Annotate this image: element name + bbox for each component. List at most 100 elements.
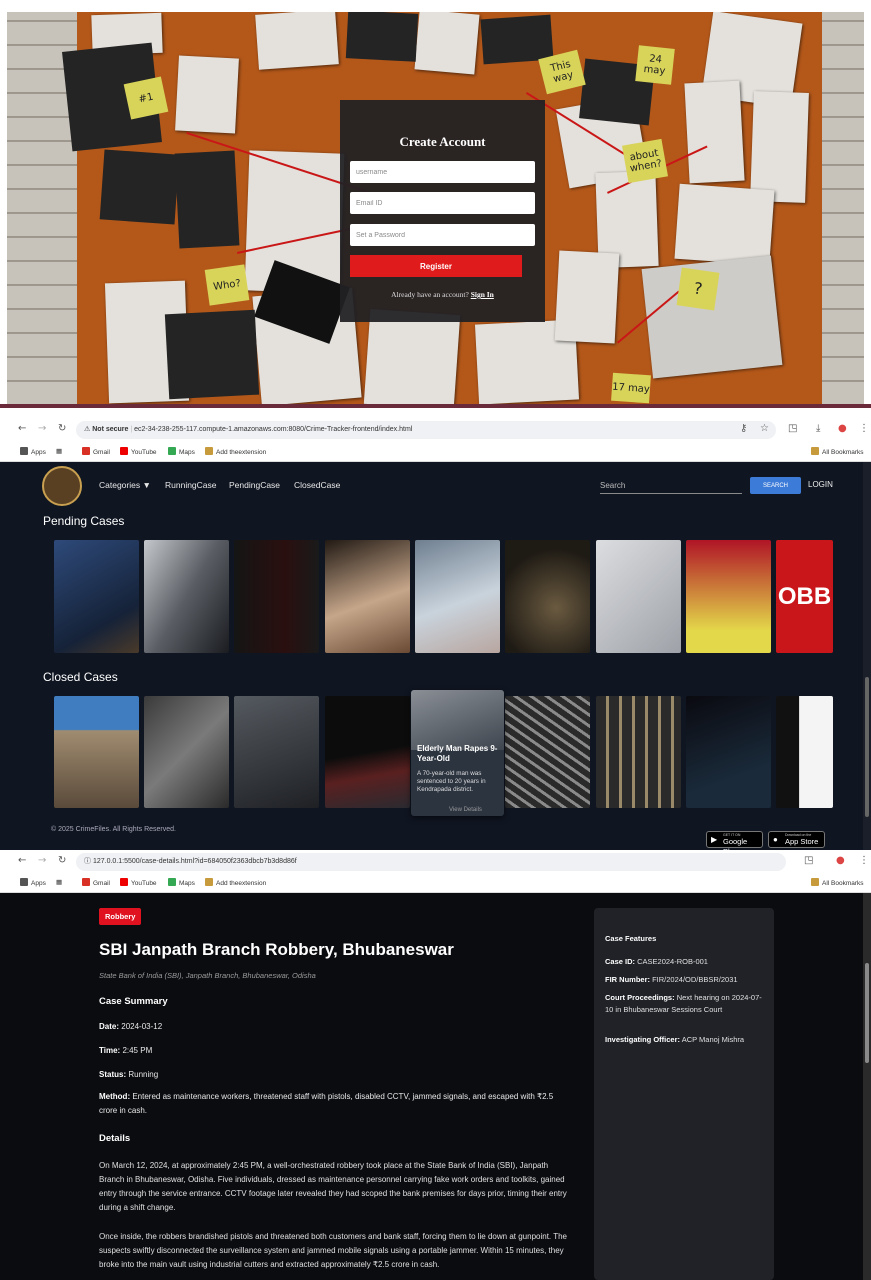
field-label: Method: bbox=[99, 1092, 131, 1101]
extension-icon[interactable]: ◳ bbox=[788, 423, 797, 434]
suspect-photo bbox=[480, 14, 554, 65]
all-bookmarks[interactable]: All Bookmarks bbox=[811, 878, 864, 887]
profile-icon[interactable]: ● bbox=[836, 855, 845, 866]
password-input[interactable] bbox=[350, 224, 535, 246]
case-image bbox=[411, 690, 504, 750]
nav-running-case[interactable]: RunningCase bbox=[165, 480, 217, 490]
nav-categories[interactable]: Categories ▼ bbox=[99, 480, 151, 490]
closed-case-thumbnail[interactable] bbox=[505, 696, 590, 808]
case-id-value: CASE2024-ROB-001 bbox=[637, 957, 708, 966]
field-label: Court Proceedings: bbox=[605, 993, 675, 1002]
key-icon[interactable]: ⚷ bbox=[740, 423, 747, 434]
fingerprint-card bbox=[175, 55, 239, 134]
pending-case-thumbnail[interactable] bbox=[415, 540, 500, 653]
bookmark-gmail[interactable]: Gmail bbox=[82, 878, 110, 887]
case-features-panel: Case Features Case ID: CASE2024-ROB-001 … bbox=[594, 908, 774, 1280]
bookmark-label: YouTube bbox=[131, 449, 157, 456]
forward-icon[interactable]: → bbox=[38, 855, 46, 866]
play-icon: ▶ bbox=[711, 835, 718, 844]
pending-case-thumbnail[interactable] bbox=[686, 540, 771, 653]
address-bar[interactable]: ⓘ 127.0.0.1:5500/case-details.html?id=68… bbox=[76, 853, 786, 871]
bookmark-youtube[interactable]: YouTube bbox=[120, 447, 157, 456]
download-icon[interactable]: ⤓ bbox=[816, 423, 820, 434]
closed-case-thumbnail[interactable] bbox=[54, 696, 139, 808]
closed-case-thumbnail[interactable] bbox=[234, 696, 319, 808]
details-heading: Details bbox=[99, 1133, 131, 1144]
closed-case-thumbnail[interactable] bbox=[686, 696, 771, 808]
bookmark-apps[interactable]: Apps bbox=[20, 878, 46, 887]
badge-label: App Store bbox=[785, 837, 819, 846]
register-button[interactable]: Register bbox=[350, 255, 522, 277]
grid-icon[interactable]: ▦ bbox=[56, 878, 62, 886]
bookmark-youtube[interactable]: YouTube bbox=[120, 878, 157, 887]
search-input[interactable] bbox=[600, 478, 742, 494]
pending-case-thumbnail[interactable]: OBB bbox=[776, 540, 833, 653]
closed-case-thumbnail[interactable] bbox=[144, 696, 229, 808]
google-play-badge[interactable]: ▶ GET IT ON Google Play bbox=[706, 831, 763, 856]
browser-chrome: ← → ↻ ⚠ Not secure | ec2-34-238-255-117.… bbox=[0, 416, 871, 462]
bookmark-gmail[interactable]: Gmail bbox=[82, 447, 110, 456]
pending-case-thumbnail[interactable] bbox=[505, 540, 590, 653]
pending-case-thumbnail[interactable] bbox=[325, 540, 410, 653]
pending-case-thumbnail[interactable] bbox=[144, 540, 229, 653]
register-screenshot: #1 This way 24 may Who? about when? ? 17… bbox=[0, 0, 871, 408]
menu-icon[interactable]: ⋮ bbox=[859, 423, 869, 434]
closed-case-thumbnail[interactable] bbox=[596, 696, 681, 808]
all-bookmarks[interactable]: All Bookmarks bbox=[811, 447, 864, 456]
address-bar[interactable]: ⚠ Not secure | ec2-34-238-255-117.comput… bbox=[76, 421, 776, 439]
back-icon[interactable]: ← bbox=[18, 423, 26, 434]
closed-cases-heading: Closed Cases bbox=[43, 670, 118, 684]
grid-icon[interactable]: ▦ bbox=[56, 447, 62, 455]
apps-icon bbox=[20, 878, 28, 886]
bookmark-label: Gmail bbox=[93, 449, 110, 456]
maps-icon bbox=[168, 447, 176, 455]
crimefiles-logo[interactable] bbox=[42, 466, 82, 506]
newspaper-clipping bbox=[684, 80, 745, 184]
app-store-badge[interactable]: ● Download on the App Store bbox=[768, 831, 825, 848]
field-label: FIR Number: bbox=[605, 975, 650, 984]
menu-icon[interactable]: ⋮ bbox=[859, 855, 869, 866]
closed-case-thumbnail[interactable] bbox=[325, 696, 410, 808]
bookmark-maps[interactable]: Maps bbox=[168, 878, 195, 887]
investigating-officer-field: Investigating Officer: ACP Manoj Mishra bbox=[605, 1034, 765, 1046]
username-input[interactable] bbox=[350, 161, 535, 183]
nav-closed-case[interactable]: ClosedCase bbox=[294, 480, 340, 490]
scrollbar[interactable] bbox=[863, 462, 871, 850]
pending-case-thumbnail[interactable] bbox=[234, 540, 319, 653]
sticky-note: ? bbox=[676, 267, 720, 311]
profile-icon[interactable]: ● bbox=[838, 423, 847, 434]
closed-case-thumbnail[interactable] bbox=[776, 696, 833, 808]
bookmark-apps[interactable]: Apps bbox=[20, 447, 46, 456]
method-value: Entered as maintenance workers, threaten… bbox=[99, 1092, 554, 1115]
evidence-paper bbox=[554, 250, 620, 344]
login-link[interactable]: LOGIN bbox=[808, 480, 833, 489]
create-account-form: Create Account Register Already have an … bbox=[340, 100, 545, 322]
gmail-icon bbox=[82, 447, 90, 455]
email-input[interactable] bbox=[350, 192, 535, 214]
status-field: Status: Running bbox=[99, 1068, 158, 1082]
bookmark-extension[interactable]: Add theextension bbox=[205, 447, 266, 456]
bookmark-maps[interactable]: Maps bbox=[168, 447, 195, 456]
forward-icon[interactable]: → bbox=[38, 423, 46, 434]
star-icon[interactable]: ☆ bbox=[760, 423, 769, 434]
back-icon[interactable]: ← bbox=[18, 855, 26, 866]
bookmark-label: Maps bbox=[179, 449, 195, 456]
pending-case-thumbnail[interactable] bbox=[596, 540, 681, 653]
field-label: Time: bbox=[99, 1046, 121, 1055]
signin-link[interactable]: Sign In bbox=[471, 290, 494, 299]
investigating-officer-value: ACP Manoj Mishra bbox=[681, 1035, 745, 1044]
case-hover-card[interactable]: Elderly Man Rapes 9-Year-Old A 70-year-o… bbox=[411, 690, 504, 816]
reload-icon[interactable]: ↻ bbox=[58, 423, 66, 434]
scrollbar[interactable] bbox=[863, 893, 871, 1280]
pending-case-thumbnail[interactable] bbox=[54, 540, 139, 653]
nav-pending-case[interactable]: PendingCase bbox=[229, 480, 280, 490]
view-details-link[interactable]: View Details bbox=[449, 807, 482, 813]
handprint-card bbox=[414, 12, 480, 75]
scrollbar-thumb[interactable] bbox=[865, 677, 869, 817]
scrollbar-thumb[interactable] bbox=[865, 963, 869, 1063]
bookmark-extension[interactable]: Add theextension bbox=[205, 878, 266, 887]
extension-icon[interactable]: ◳ bbox=[804, 855, 813, 866]
bookmark-label: Apps bbox=[31, 880, 46, 887]
search-button[interactable]: SEARCH bbox=[750, 477, 801, 494]
reload-icon[interactable]: ↻ bbox=[58, 855, 66, 866]
